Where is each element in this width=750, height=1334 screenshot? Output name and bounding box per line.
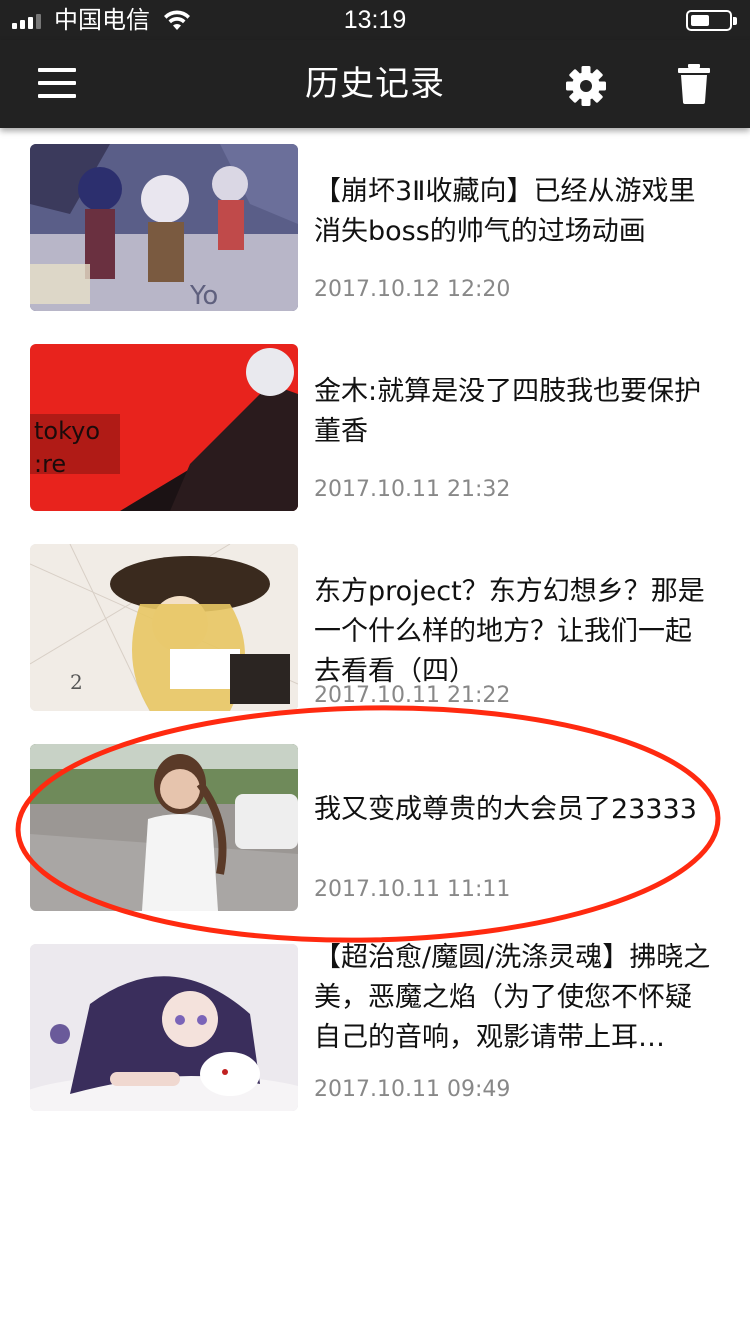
history-item-time: 2017.10.11 09:49	[314, 1077, 511, 1102]
history-item[interactable]: tokyo :re 金木:就算是没了四肢我也要保护董香 2017.10.11 2…	[0, 328, 750, 528]
svg-text:2: 2	[70, 670, 83, 694]
battery-icon	[686, 10, 737, 31]
history-item-title: 【崩坏3Ⅱ收藏向】已经从游戏里消失boss的帅气的过场动画	[314, 176, 696, 247]
svg-text:tokyo: tokyo	[34, 417, 100, 445]
history-item-title: 东方project？东方幻想乡？那是一个什么样的地方？让我们一起去看看（四）	[314, 576, 705, 687]
history-item[interactable]: 2 东方project？东方幻想乡？那是一个什么样的地方？让我们一起去看看（四）…	[0, 528, 750, 728]
svg-text::re: :re	[34, 450, 66, 478]
video-thumbnail	[30, 744, 298, 911]
video-thumbnail	[30, 944, 298, 1111]
history-item-title: 我又变成尊贵的大会员了23333	[314, 794, 697, 825]
status-bar: 中国电信 13:19	[0, 0, 750, 40]
gear-icon[interactable]	[564, 64, 608, 108]
history-item-title: 【超治愈/魔圆/洗涤灵魂】拂晓之美，恶魔之焰（为了使您不怀疑自己的音响，观影请带…	[314, 942, 711, 1053]
history-item-time: 2017.10.11 11:11	[314, 877, 511, 902]
history-list: Yo 【崩坏3Ⅱ收藏向】已经从游戏里消失boss的帅气的过场动画 2017.10…	[0, 128, 750, 1128]
svg-text:Yo: Yo	[189, 281, 218, 311]
trash-icon[interactable]	[678, 64, 710, 104]
history-item-time: 2017.10.11 21:32	[314, 477, 511, 502]
history-item-time: 2017.10.12 12:20	[314, 277, 511, 302]
history-item-time: 2017.10.11 21:22	[314, 683, 511, 708]
video-thumbnail: tokyo :re	[30, 344, 298, 511]
video-thumbnail: 2	[30, 544, 298, 711]
page-title: 历史记录	[305, 64, 445, 104]
video-thumbnail: Yo	[30, 144, 298, 311]
history-item[interactable]: 我又变成尊贵的大会员了23333 2017.10.11 11:11	[0, 728, 750, 928]
nav-bar: 历史记录	[0, 40, 750, 128]
history-item[interactable]: Yo 【崩坏3Ⅱ收藏向】已经从游戏里消失boss的帅气的过场动画 2017.10…	[0, 128, 750, 328]
status-time: 13:19	[343, 6, 407, 34]
history-item[interactable]: 【超治愈/魔圆/洗涤灵魂】拂晓之美，恶魔之焰（为了使您不怀疑自己的音响，观影请带…	[0, 928, 750, 1128]
history-item-title: 金木:就算是没了四肢我也要保护董香	[314, 376, 702, 447]
